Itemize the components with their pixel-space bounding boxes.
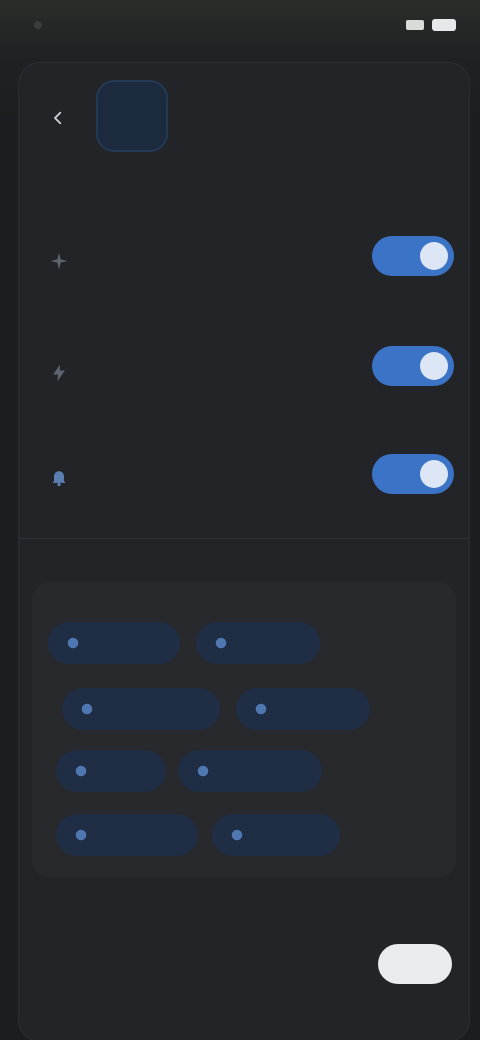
tag-icon [81, 703, 93, 715]
tag-icon [231, 829, 243, 841]
setting-row [34, 440, 454, 540]
chip[interactable] [236, 688, 370, 730]
bottom-action-bar [18, 912, 470, 992]
app-frame [0, 0, 480, 1040]
tag-icon [67, 637, 79, 649]
tag-icon [215, 637, 227, 649]
tag-icon [255, 703, 267, 715]
signal-icon [406, 20, 424, 30]
setting-toggle[interactable] [372, 346, 454, 386]
sparkle-icon [46, 248, 72, 274]
chip[interactable] [48, 622, 180, 664]
divider [18, 538, 470, 539]
chip[interactable] [178, 750, 322, 792]
toggle-knob [420, 242, 448, 270]
status-left [24, 21, 42, 29]
toggle-knob [420, 460, 448, 488]
toggle-knob [420, 352, 448, 380]
app-badge [96, 80, 168, 152]
setting-row [34, 324, 454, 434]
chip[interactable] [212, 814, 340, 856]
back-button[interactable] [40, 100, 76, 136]
tag-icon [75, 765, 87, 777]
setting-toggle[interactable] [372, 454, 454, 494]
chip[interactable] [56, 750, 166, 792]
setting-row [34, 210, 454, 320]
bell-icon [46, 464, 72, 490]
chip[interactable] [196, 622, 320, 664]
status-bar [0, 0, 480, 50]
settings-sheet [18, 62, 470, 1040]
tag-icon [75, 829, 87, 841]
sheet-header [18, 62, 470, 162]
camera-dot-icon [34, 21, 42, 29]
chips-card [32, 582, 456, 878]
primary-action-button[interactable] [378, 944, 452, 984]
chip[interactable] [56, 814, 198, 856]
setting-toggle[interactable] [372, 236, 454, 276]
chip[interactable] [62, 688, 220, 730]
status-right [406, 19, 456, 31]
back-arrow-icon [54, 111, 62, 125]
bolt-icon [46, 360, 72, 386]
battery-icon [432, 19, 456, 31]
tag-icon [197, 765, 209, 777]
